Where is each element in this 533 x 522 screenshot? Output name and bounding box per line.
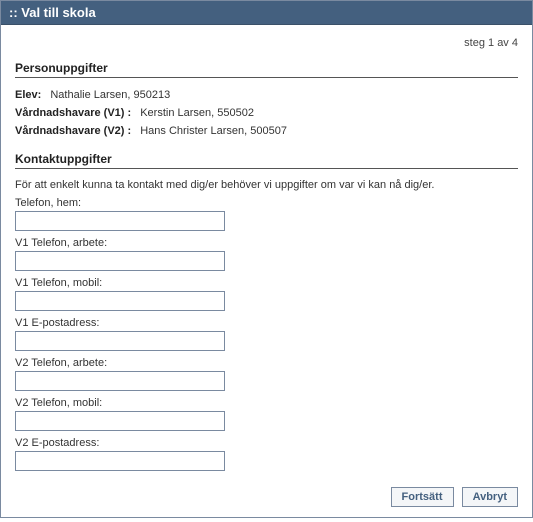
label-v1-tel-arbete: V1 Telefon, arbete: xyxy=(15,237,518,251)
field-group-v1-tel-mobil: V1 Telefon, mobil: xyxy=(15,277,518,311)
step-indicator: steg 1 av 4 xyxy=(15,33,518,55)
label-v1-epost: V1 E-postadress: xyxy=(15,317,518,331)
input-v1-tel-arbete[interactable] xyxy=(15,251,225,271)
dialog-window: :: Val till skola steg 1 av 4 Personuppg… xyxy=(0,0,533,518)
field-group-v2-epost: V2 E-postadress: xyxy=(15,437,518,471)
label-elev: Elev: xyxy=(15,89,41,101)
input-v2-epost[interactable] xyxy=(15,451,225,471)
button-row: Fortsätt Avbryt xyxy=(15,477,518,507)
field-group-v1-epost: V1 E-postadress: xyxy=(15,317,518,351)
label-guardian-v2: Vårdnadshavare (V2) : xyxy=(15,125,131,137)
field-group-tel-hem: Telefon, hem: xyxy=(15,197,518,231)
field-group-v2-tel-mobil: V2 Telefon, mobil: xyxy=(15,397,518,431)
section-person-title: Personuppgifter xyxy=(15,55,518,78)
label-tel-hem: Telefon, hem: xyxy=(15,197,518,211)
field-group-v2-tel-arbete: V2 Telefon, arbete: xyxy=(15,357,518,391)
label-v2-epost: V2 E-postadress: xyxy=(15,437,518,451)
input-v1-tel-mobil[interactable] xyxy=(15,291,225,311)
window-title: :: Val till skola xyxy=(9,5,96,20)
label-v1-tel-mobil: V1 Telefon, mobil: xyxy=(15,277,518,291)
row-guardian-v1: Vårdnadshavare (V1) : Kerstin Larsen, 55… xyxy=(15,104,518,122)
input-v2-tel-arbete[interactable] xyxy=(15,371,225,391)
field-group-v1-tel-arbete: V1 Telefon, arbete: xyxy=(15,237,518,271)
window-titlebar: :: Val till skola xyxy=(1,1,532,25)
continue-button[interactable]: Fortsätt xyxy=(391,487,454,507)
row-guardian-v2: Vårdnadshavare (V2) : Hans Christer Lars… xyxy=(15,122,518,140)
contact-instruction: För att enkelt kunna ta kontakt med dig/… xyxy=(15,177,518,197)
label-v2-tel-mobil: V2 Telefon, mobil: xyxy=(15,397,518,411)
cancel-button[interactable]: Avbryt xyxy=(462,487,518,507)
label-v2-tel-arbete: V2 Telefon, arbete: xyxy=(15,357,518,371)
row-elev: Elev: Nathalie Larsen, 950213 xyxy=(15,86,518,104)
value-guardian-v2: Hans Christer Larsen, 500507 xyxy=(140,125,287,137)
input-v2-tel-mobil[interactable] xyxy=(15,411,225,431)
input-v1-epost[interactable] xyxy=(15,331,225,351)
label-guardian-v1: Vårdnadshavare (V1) : xyxy=(15,107,131,119)
value-guardian-v1: Kerstin Larsen, 550502 xyxy=(140,107,254,119)
value-elev: Nathalie Larsen, 950213 xyxy=(50,89,170,101)
content-area: steg 1 av 4 Personuppgifter Elev: Nathal… xyxy=(1,25,532,517)
section-contact-title: Kontaktuppgifter xyxy=(15,146,518,169)
input-tel-hem[interactable] xyxy=(15,211,225,231)
